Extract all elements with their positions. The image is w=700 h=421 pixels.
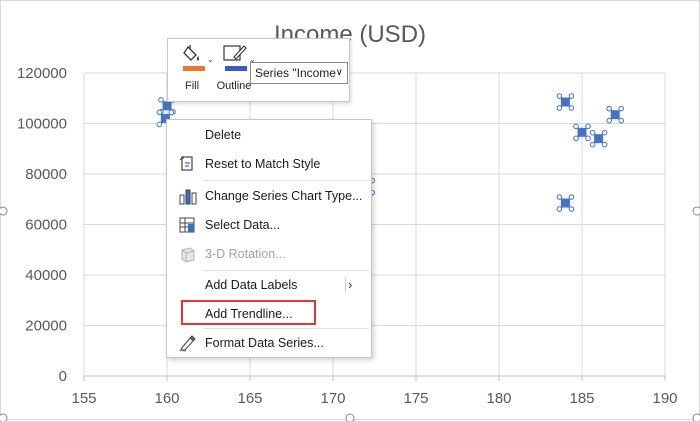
- menu-item-label: 3-D Rotation...: [205, 247, 286, 261]
- menu-item-label: Select Data...: [205, 218, 281, 232]
- fill-button[interactable]: ⌄ Fill: [172, 43, 214, 97]
- menu-item-3d-rotation[interactable]: 3-D Rotation...: [167, 241, 371, 267]
- outline-button[interactable]: ⌄ Outline: [214, 43, 256, 97]
- menu-separator: [203, 270, 369, 271]
- x-tick-label: 185: [569, 390, 594, 407]
- x-tick-label: 180: [486, 390, 511, 407]
- chevron-down-icon[interactable]: ⌄: [207, 55, 214, 64]
- menu-item-label: Reset to Match Style: [205, 157, 321, 171]
- menu-item-label: Add Data Labels: [205, 278, 298, 292]
- selection-handle: [168, 109, 175, 116]
- fill-label: Fill: [184, 80, 200, 92]
- selection-handle: [556, 194, 563, 200]
- selection-handle: [585, 135, 591, 142]
- x-tick-label: 160: [154, 390, 179, 407]
- menu-item-reset-to-match-style[interactable]: Reset to Match Style: [167, 151, 371, 177]
- data-point-marker[interactable]: [610, 110, 620, 120]
- selection-handle: [601, 129, 608, 136]
- y-tick-label: 60000: [25, 217, 67, 234]
- selection-handle: [568, 93, 575, 99]
- x-tick-label: 170: [320, 390, 345, 407]
- data-point-marker[interactable]: [577, 127, 587, 137]
- data-point-marker[interactable]: [560, 198, 570, 208]
- pen-outline-icon: [223, 45, 247, 61]
- rotation-3d-icon: [181, 247, 195, 263]
- menu-item-delete[interactable]: Delete: [167, 122, 371, 148]
- x-tick-label: 165: [237, 390, 262, 407]
- outline-color-swatch: [225, 66, 247, 71]
- selection-handle: [573, 123, 579, 130]
- selection-handle: [556, 105, 563, 111]
- x-tick-label: 175: [403, 390, 428, 407]
- data-point-marker[interactable]: [560, 97, 570, 107]
- menu-item-add-data-labels[interactable]: Add Data Labels ›: [167, 272, 371, 298]
- selection-handle: [618, 105, 625, 112]
- series-selector-value: Series "Income: [255, 66, 336, 80]
- format-series-icon: [179, 335, 196, 352]
- selection-handle: [585, 123, 591, 130]
- trendline-highlight-box: [181, 300, 316, 325]
- selection-handle: [606, 105, 613, 112]
- selection-handle: [589, 129, 596, 136]
- y-tick-label: 80000: [25, 166, 67, 183]
- selection-handle: [573, 135, 579, 142]
- menu-item-format-data-series[interactable]: Format Data Series...: [167, 330, 371, 356]
- fill-color-swatch: [183, 66, 205, 71]
- menu-item-change-series-chart-type[interactable]: Change Series Chart Type...: [167, 183, 371, 209]
- select-data-icon: [179, 217, 195, 233]
- x-tick-label: 155: [71, 390, 96, 407]
- selection-handle: [156, 109, 163, 116]
- y-tick-label: 20000: [25, 318, 67, 335]
- menu-separator: [203, 180, 369, 181]
- chevron-right-icon[interactable]: ›: [348, 277, 352, 292]
- submenu-divider: [345, 277, 346, 292]
- selection-handle: [568, 206, 575, 212]
- selection-handle: [601, 141, 608, 148]
- selection-handle: [589, 141, 596, 148]
- selection-handle: [618, 117, 625, 124]
- y-tick-label: 40000: [25, 267, 67, 284]
- menu-item-label: Format Data Series...: [205, 336, 324, 350]
- selection-handle: [556, 206, 563, 212]
- paint-bucket-icon: [183, 45, 199, 61]
- menu-item-label: Change Series Chart Type...: [205, 189, 363, 203]
- selection-handle: [606, 117, 613, 124]
- reset-style-icon: [179, 155, 193, 171]
- selection-handle: [568, 105, 575, 111]
- selection-handle: [556, 93, 563, 99]
- selection-handle: [158, 97, 164, 103]
- data-point-marker[interactable]: [594, 134, 604, 144]
- x-tick-label: 190: [652, 390, 677, 407]
- series-selector-dropdown[interactable]: Series "Income ∨: [250, 62, 348, 84]
- selection-handle: [568, 194, 575, 200]
- chart-type-icon: [179, 189, 197, 205]
- menu-item-label: Delete: [205, 128, 242, 142]
- data-point-marker[interactable]: [162, 101, 172, 111]
- y-tick-label: 100000: [17, 116, 67, 133]
- y-tick-label: 120000: [17, 65, 67, 82]
- selection-handle: [156, 121, 163, 128]
- menu-separator: [203, 328, 369, 329]
- menu-item-select-data[interactable]: Select Data...: [167, 212, 371, 238]
- outline-label: Outline: [216, 80, 252, 92]
- chevron-down-icon: ∨: [335, 67, 343, 78]
- y-tick-label: 0: [59, 368, 67, 385]
